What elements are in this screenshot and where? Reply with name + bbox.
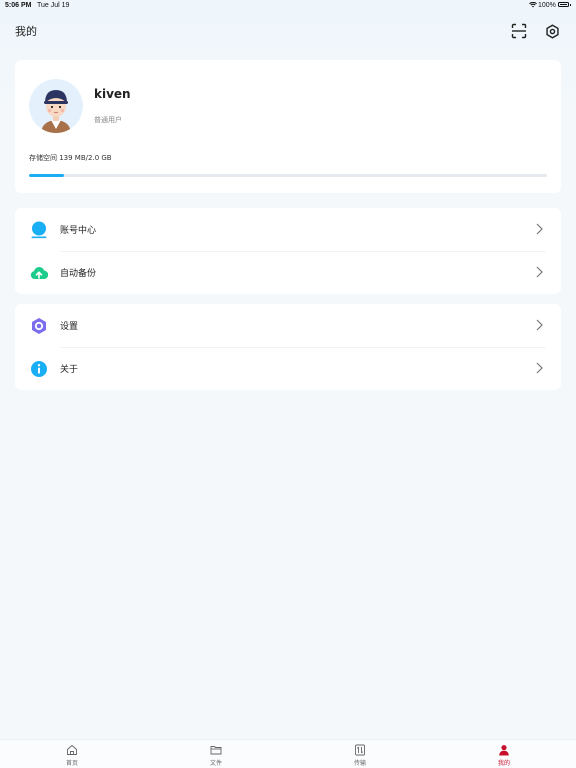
chevron-right-icon [536, 362, 543, 374]
menu-item-account-center[interactable]: 账号中心 [15, 208, 561, 251]
status-bar: 5:06 PM Tue Jul 19 100% [0, 0, 576, 12]
menu-item-auto-backup[interactable]: 自动备份 [15, 251, 561, 294]
menu-label: 账号中心 [60, 226, 97, 236]
storage-progress-fill [29, 174, 65, 177]
tab-label: 文件 [209, 760, 222, 767]
tab-bar: 首页 文件 传输 我的 [0, 739, 576, 768]
wifi-icon [529, 2, 537, 8]
menu-item-settings[interactable]: 设置 [15, 304, 561, 347]
storage-label: 存储空间 139 MB/2.0 GB [29, 154, 112, 162]
chevron-right-icon [536, 223, 543, 235]
battery-percent: 100% [538, 2, 556, 9]
avatar-image [29, 79, 83, 133]
storage-progress-bar [29, 174, 547, 177]
menu-label: 自动备份 [60, 269, 97, 279]
cloud-upload-icon [30, 266, 48, 280]
settings-button[interactable] [542, 21, 562, 41]
folder-icon [210, 746, 222, 755]
tab-transfer[interactable]: 传输 [330, 740, 390, 768]
transfer-icon [355, 744, 365, 756]
menu-item-about[interactable]: 关于 [15, 347, 561, 390]
settings-hex-icon [32, 318, 46, 334]
account-icon [31, 221, 47, 239]
battery-icon [558, 2, 571, 7]
status-time: 5:06 PM [5, 2, 32, 9]
username: kiven [94, 87, 131, 101]
status-date: Tue Jul 19 [37, 2, 70, 9]
page-title: 我的 [15, 25, 37, 38]
user-role: 普通用户 [94, 116, 122, 124]
chevron-right-icon [536, 319, 543, 331]
scan-icon [511, 23, 527, 39]
menu-group-settings: 设置 关于 [15, 304, 561, 390]
tab-mine[interactable]: 我的 [474, 740, 534, 768]
profile-card: kiven 普通用户 存储空间 139 MB/2.0 GB [15, 60, 561, 193]
scan-button[interactable] [509, 21, 529, 41]
user-icon [499, 745, 509, 756]
avatar[interactable] [29, 79, 83, 133]
tab-label: 首页 [65, 760, 78, 767]
page: 5:06 PM Tue Jul 19 100% 我的 kiven 普通用户 存储… [0, 0, 576, 768]
tab-files[interactable]: 文件 [186, 740, 246, 768]
info-icon [31, 361, 47, 377]
menu-label: 关于 [60, 365, 79, 375]
home-icon [67, 744, 77, 755]
menu-group-account: 账号中心 自动备份 [15, 208, 561, 294]
chevron-right-icon [536, 266, 543, 278]
tab-home[interactable]: 首页 [42, 740, 102, 768]
tab-label: 我的 [497, 760, 510, 767]
gear-icon [545, 23, 559, 39]
tab-label: 传输 [353, 760, 366, 767]
menu-label: 设置 [60, 322, 79, 332]
